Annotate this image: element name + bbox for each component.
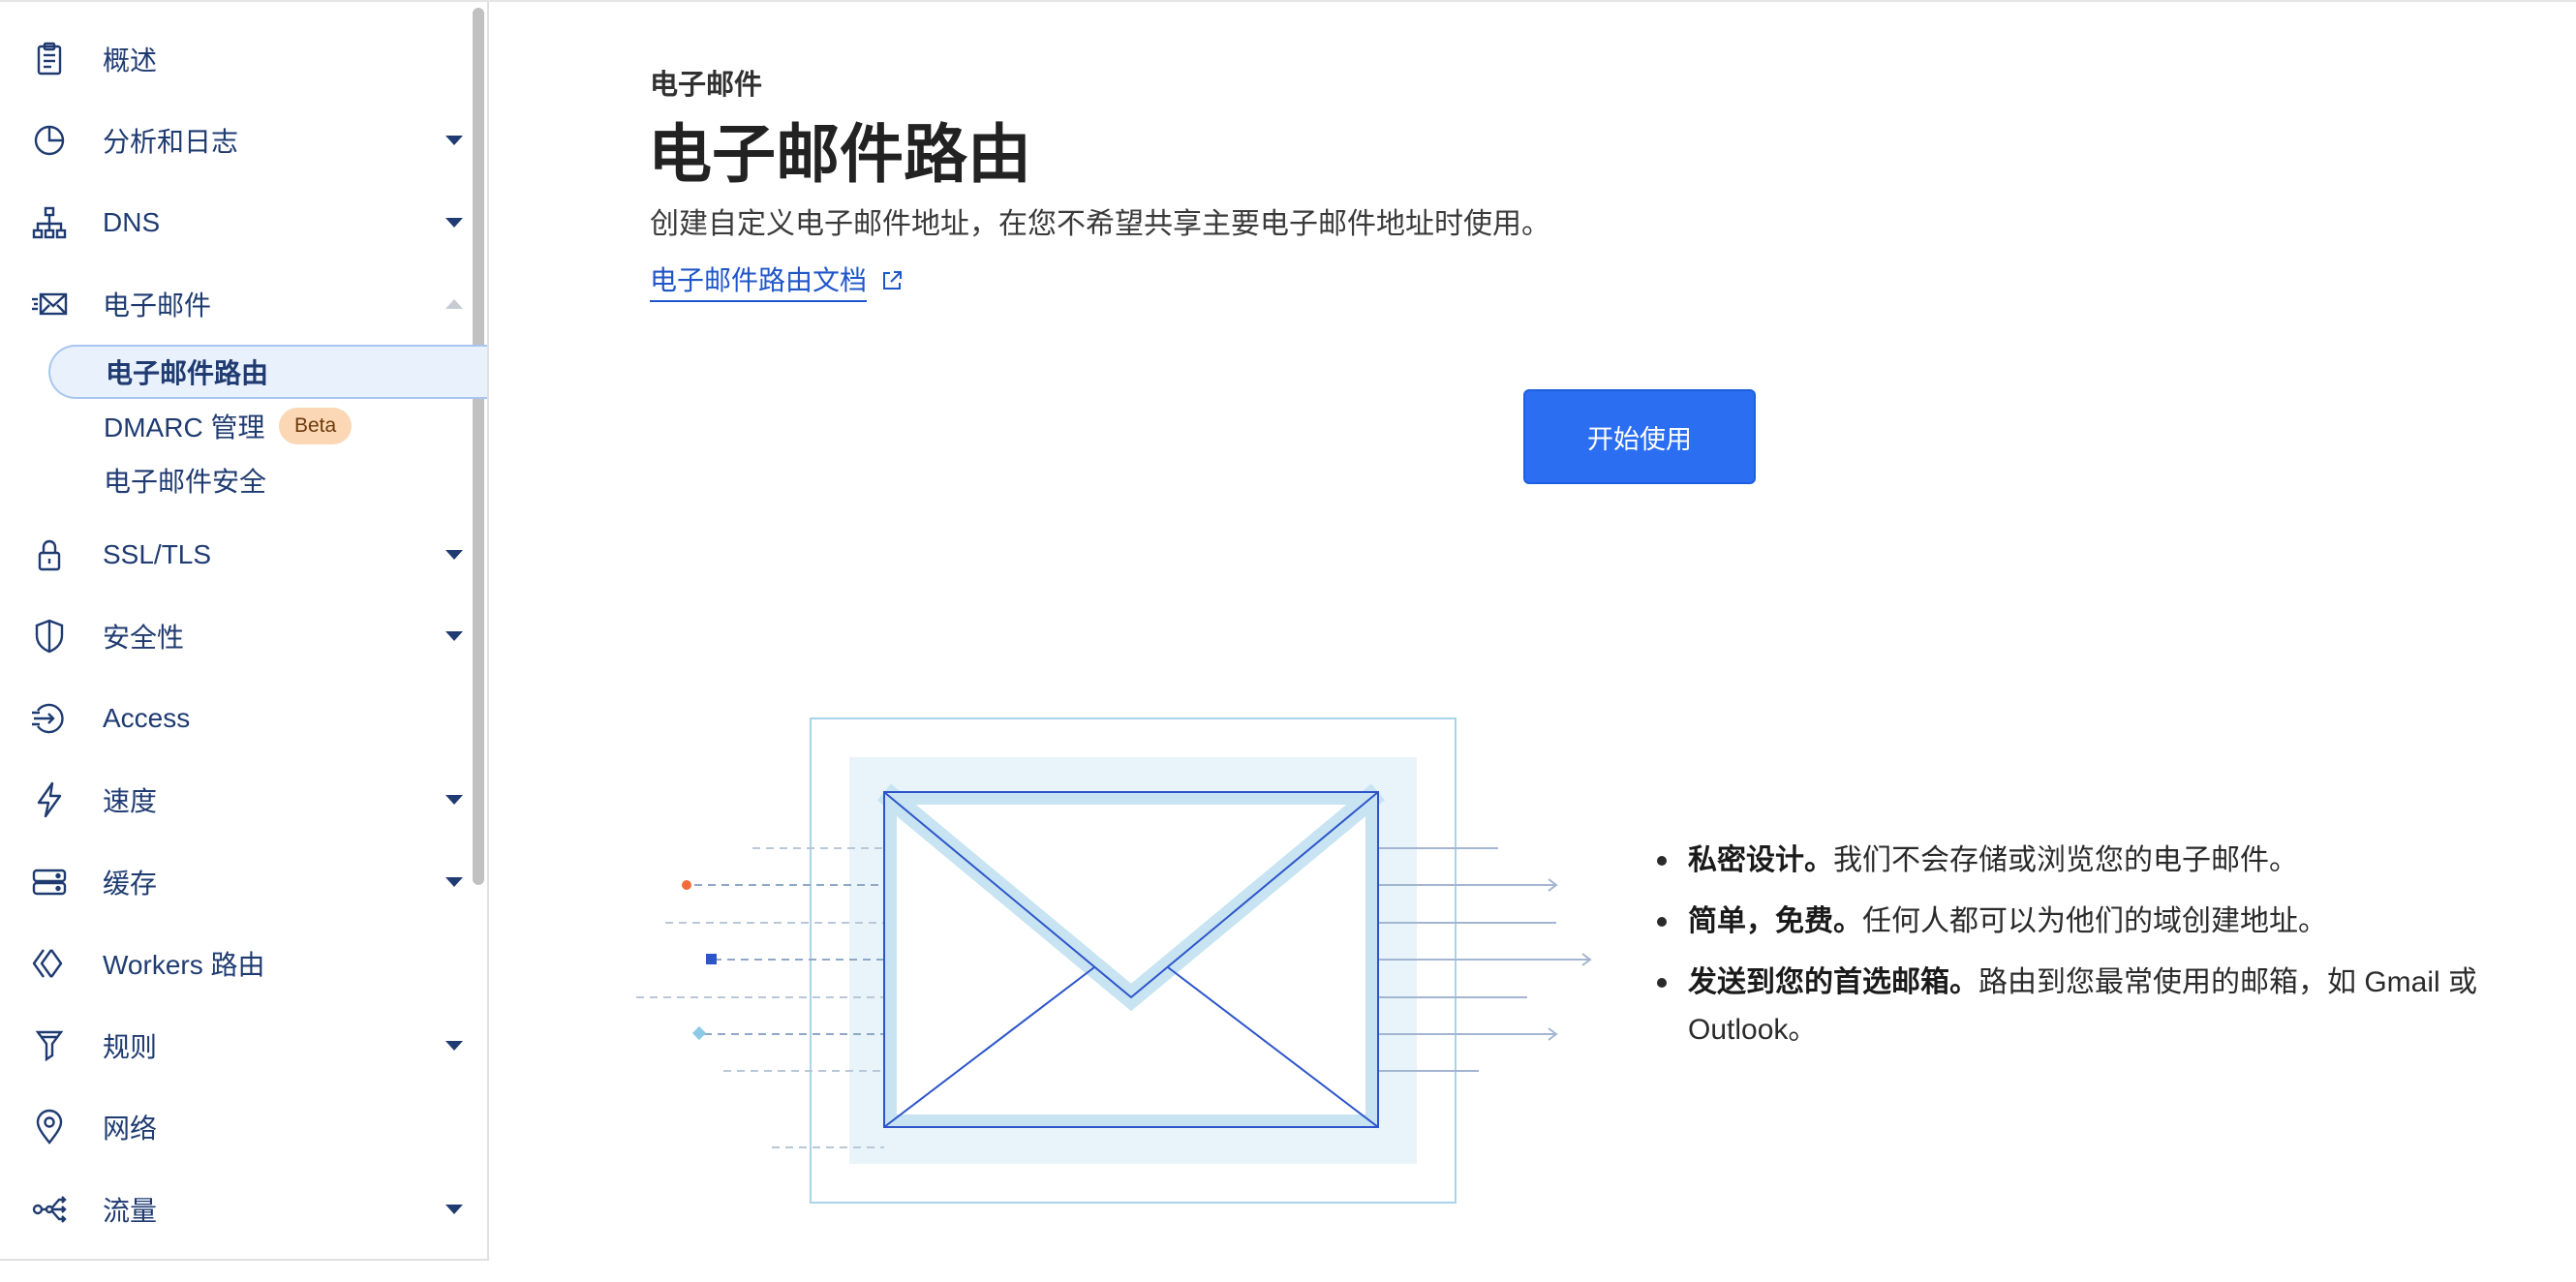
feature-title: 简单，免费。 xyxy=(1688,905,1862,937)
sidebar-item-label: SSL/TLS xyxy=(103,539,212,569)
chevron-down-icon[interactable] xyxy=(445,877,463,887)
sidebar-item-cache[interactable]: 缓存 xyxy=(0,845,473,919)
traffic-icon xyxy=(29,1189,70,1230)
feature-title: 发送到您的首选邮箱。 xyxy=(1688,966,1978,998)
sidebar-item-label: 电子邮件 xyxy=(103,290,212,320)
sidebar-item-label: 网络 xyxy=(103,1114,158,1144)
network-icon xyxy=(29,202,70,243)
sidebar: 概述 分析和日志 DNS 电子邮件 电子邮件路由 DMARC 管理 Beta 电… xyxy=(0,2,489,1261)
sidebar-item-access[interactable]: Access xyxy=(0,682,473,755)
location-pin-icon xyxy=(29,1107,70,1147)
documentation-link-label: 电子邮件路由文档 xyxy=(650,259,868,302)
sidebar-item-dns[interactable]: DNS xyxy=(0,186,473,259)
documentation-link[interactable]: 电子邮件路由文档 xyxy=(650,259,904,302)
sidebar-item-label: 速度 xyxy=(103,786,158,816)
sidebar-item-email[interactable]: 电子邮件 xyxy=(0,267,473,341)
beta-badge: Beta xyxy=(279,408,353,444)
feature-list: 私密设计。我们不会存储或浏览您的电子邮件。 简单，免费。任何人都可以为他们的域创… xyxy=(1653,837,2576,1067)
get-started-button[interactable]: 开始使用 xyxy=(1523,389,1756,484)
sidebar-subitem-label: DMARC 管理 xyxy=(104,412,265,443)
list-item: 发送到您的首选邮箱。路由到您最常使用的邮箱，如 Gmail 或 Outlook。 xyxy=(1653,959,2576,1053)
sidebar-item-label: 概述 xyxy=(103,46,158,76)
sidebar-subitem-email-routing[interactable]: 电子邮件路由 xyxy=(48,345,487,399)
chevron-down-icon[interactable] xyxy=(445,550,463,560)
shield-icon xyxy=(29,616,70,656)
bullet-icon xyxy=(1657,978,1667,988)
lock-icon xyxy=(29,534,70,575)
sidebar-subitem-email-security[interactable]: 电子邮件安全 xyxy=(48,453,487,507)
list-item: 私密设计。我们不会存储或浏览您的电子邮件。 xyxy=(1653,837,2576,884)
feature-text: 任何人都可以为他们的域创建地址。 xyxy=(1862,905,2327,937)
blue-square xyxy=(706,954,717,964)
sidebar-item-ssl-tls[interactable]: SSL/TLS xyxy=(0,518,473,592)
page-title: 电子邮件路由 xyxy=(648,118,1031,190)
chevron-down-icon[interactable] xyxy=(445,631,463,641)
sidebar-item-traffic[interactable]: 流量 xyxy=(0,1173,473,1246)
access-icon xyxy=(29,698,70,739)
sidebar-item-label: 安全性 xyxy=(103,623,185,653)
sidebar-item-security[interactable]: 安全性 xyxy=(0,599,473,673)
clipboard-icon xyxy=(29,39,70,79)
sidebar-item-label: DNS xyxy=(103,207,161,237)
main-content: 电子邮件 电子邮件路由 创建自定义电子邮件地址，在您不希望共享主要电子邮件地址时… xyxy=(491,2,2576,1282)
sidebar-item-overview[interactable]: 概述 xyxy=(0,22,473,96)
orange-dot xyxy=(682,880,691,890)
sidebar-item-workers-routes[interactable]: Workers 路由 xyxy=(0,927,473,1000)
chevron-down-icon[interactable] xyxy=(445,136,463,145)
sidebar-item-analytics[interactable]: 分析和日志 xyxy=(0,104,473,177)
sidebar-item-network[interactable]: 网络 xyxy=(0,1090,473,1164)
cyan-diamond xyxy=(691,1025,707,1041)
workers-icon xyxy=(29,943,70,984)
list-item: 简单，免费。任何人都可以为他们的域创建地址。 xyxy=(1653,898,2576,945)
sidebar-item-label: Workers 路由 xyxy=(103,950,265,980)
server-icon xyxy=(29,862,70,902)
chevron-down-icon[interactable] xyxy=(445,218,463,228)
chevron-down-icon[interactable] xyxy=(445,795,463,805)
bullet-icon xyxy=(1657,917,1667,927)
lightning-icon xyxy=(29,779,70,820)
sidebar-item-label: Access xyxy=(103,703,191,733)
chevron-down-icon[interactable] xyxy=(445,1041,463,1051)
chevron-up-icon[interactable] xyxy=(445,299,463,309)
sidebar-subitem-dmarc[interactable]: DMARC 管理 Beta xyxy=(48,399,487,453)
sidebar-subitem-label: 电子邮件安全 xyxy=(104,467,267,497)
feature-text: 我们不会存储或浏览您的电子邮件。 xyxy=(1833,844,2298,876)
funnel-icon xyxy=(29,1025,70,1066)
sidebar-item-label: 规则 xyxy=(103,1032,158,1062)
chevron-down-icon[interactable] xyxy=(445,1205,463,1214)
sidebar-item-label: 流量 xyxy=(103,1196,158,1226)
bullet-icon xyxy=(1657,856,1667,866)
sidebar-item-label: 缓存 xyxy=(103,869,158,899)
page-eyebrow: 电子邮件 xyxy=(650,70,763,101)
sidebar-item-speed[interactable]: 速度 xyxy=(0,763,473,837)
sidebar-item-label: 分析和日志 xyxy=(103,127,239,157)
page-description: 创建自定义电子邮件地址，在您不希望共享主要电子邮件地址时使用。 xyxy=(650,208,1550,240)
email-icon xyxy=(29,284,70,324)
feature-title: 私密设计。 xyxy=(1688,844,1833,876)
pie-chart-icon xyxy=(29,120,70,161)
external-link-icon xyxy=(883,271,903,290)
sidebar-item-rules[interactable]: 规则 xyxy=(0,1009,473,1083)
app-root: 概述 分析和日志 DNS 电子邮件 电子邮件路由 DMARC 管理 Beta 电… xyxy=(0,0,2576,1282)
sidebar-subitem-label: 电子邮件路由 xyxy=(106,358,269,388)
